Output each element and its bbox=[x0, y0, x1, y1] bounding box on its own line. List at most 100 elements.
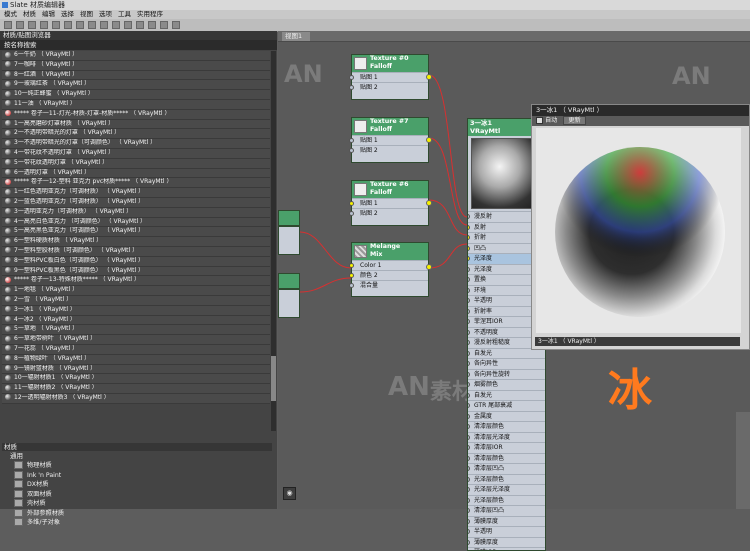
menu-item[interactable]: 选项 bbox=[99, 10, 112, 19]
menu-item[interactable]: 视图 bbox=[80, 10, 93, 19]
list-item[interactable]: ***** 卷子一12-塑料 亚克力 pvc材质***** （ VRayMtl … bbox=[2, 178, 270, 189]
input-socket[interactable] bbox=[468, 476, 470, 482]
list-item[interactable]: 9一塑料PVC板黑色（可调颜色） （ VRayMtl ） bbox=[2, 266, 270, 277]
node-stub[interactable] bbox=[278, 210, 300, 226]
node-slot[interactable]: 清漆层颜色 bbox=[468, 452, 545, 464]
input-socket[interactable] bbox=[468, 424, 470, 429]
node-slot[interactable]: 薄膜IOR bbox=[468, 547, 545, 550]
input-socket[interactable] bbox=[468, 382, 470, 387]
scrollbar-thumb[interactable] bbox=[271, 356, 276, 401]
output-socket[interactable] bbox=[426, 137, 432, 143]
input-socket[interactable] bbox=[468, 298, 470, 303]
list-item[interactable]: 8一植物绿叶 （ VRayMtl ） bbox=[2, 354, 270, 365]
node-slot[interactable]: Color 1 bbox=[349, 260, 428, 270]
material-preview-window[interactable]: 3一冰1 （ VRayMtl ） 自动 更新 3一冰1 （ VRayMtl ） bbox=[531, 104, 750, 350]
input-socket[interactable] bbox=[349, 138, 354, 143]
menu-item[interactable]: 材质 bbox=[23, 10, 36, 19]
list-item[interactable]: 4一带花纹不透明灯罩 （ VRayMtl ） bbox=[2, 148, 270, 159]
menu-item[interactable]: 模式 bbox=[4, 10, 17, 19]
layout-all-icon[interactable] bbox=[112, 21, 120, 29]
list-item[interactable]: 2一雪 （ VRayMtl ） bbox=[2, 295, 270, 306]
list-item[interactable]: 10一辐射材质1 （ VRayMtl ） bbox=[2, 374, 270, 385]
input-socket[interactable] bbox=[468, 403, 470, 408]
list-item[interactable]: 6一牛奶 （ VRayMtl ） bbox=[2, 51, 270, 61]
input-socket[interactable] bbox=[468, 245, 470, 251]
output-socket[interactable] bbox=[426, 74, 432, 80]
node-slot[interactable]: 光泽层光泽度 bbox=[468, 484, 545, 495]
node-icon[interactable] bbox=[148, 21, 156, 29]
move-children-icon[interactable] bbox=[64, 21, 72, 29]
list-item[interactable]: 7一塑料塑胶材质（可调颜色） （ VRayMtl ） bbox=[2, 246, 270, 257]
category-item[interactable]: Ink 'n Paint bbox=[14, 470, 270, 480]
list-item[interactable]: 3一透明亚克力（可调材质） （ VRayMtl ） bbox=[2, 207, 270, 218]
node-slot[interactable]: 各向异性旋转 bbox=[468, 368, 545, 380]
menu-item[interactable]: 选择 bbox=[61, 10, 74, 19]
node-slot[interactable]: 贴图 2 bbox=[349, 208, 428, 218]
input-socket[interactable] bbox=[468, 497, 470, 503]
list-item[interactable]: 7一花蕊 （ VRayMtl ） bbox=[2, 344, 270, 355]
input-socket[interactable] bbox=[349, 283, 354, 288]
node-slot[interactable]: 清漆层凹凸 bbox=[468, 463, 545, 474]
input-socket[interactable] bbox=[468, 350, 470, 356]
node-slot[interactable]: 光泽层颜色 bbox=[468, 473, 545, 485]
input-socket[interactable] bbox=[349, 148, 354, 153]
menu-item[interactable]: 实用程序 bbox=[137, 10, 163, 19]
input-socket[interactable] bbox=[349, 75, 354, 80]
input-socket[interactable] bbox=[468, 487, 470, 492]
input-socket[interactable] bbox=[349, 273, 354, 278]
show-map-icon[interactable] bbox=[88, 21, 96, 29]
list-item[interactable]: 5一高亮黑色亚克力（可调颜色） （ VRayMtl ） bbox=[2, 227, 270, 238]
list-item[interactable]: 8一塑料PVC板白色（可调颜色） （ VRayMtl ） bbox=[2, 256, 270, 267]
list-item[interactable]: 5一带花纹透明灯罩 （ VRayMtl ） bbox=[2, 158, 270, 169]
falloff-node-7[interactable]: Texture #7 Falloff 贴图 1 贴图 2 bbox=[349, 117, 432, 163]
list-item[interactable]: 8一红酒 （ VRayMtl ） bbox=[2, 70, 270, 81]
layout-children-icon[interactable] bbox=[124, 21, 132, 29]
input-socket[interactable] bbox=[349, 263, 354, 268]
list-item[interactable]: 4一高亮白色亚克力 （可调颜色） （ VRayMtl ） bbox=[2, 217, 270, 228]
material-parameter-icon[interactable] bbox=[136, 21, 144, 29]
node-slot[interactable]: 贴图 2 bbox=[349, 145, 428, 155]
update-button[interactable]: 更新 bbox=[563, 116, 586, 125]
node-slot[interactable]: 薄膜厚度 bbox=[468, 536, 545, 548]
node-slot[interactable]: 清漆层凹凸 bbox=[468, 505, 545, 516]
output-socket[interactable] bbox=[426, 200, 432, 206]
list-item[interactable]: 6一透明灯罩 （ VRayMtl ） bbox=[2, 168, 270, 179]
node-slot[interactable]: 贴图 1 bbox=[349, 135, 428, 145]
list-item[interactable]: 2一不透明带暗光的灯罩 （ VRayMtl ） bbox=[2, 129, 270, 140]
node-slot[interactable]: 清漆层光泽度 bbox=[468, 431, 545, 443]
input-socket[interactable] bbox=[468, 539, 470, 545]
input-socket[interactable] bbox=[468, 256, 470, 261]
list-item[interactable]: 3一冰1 （ VRayMtl ） bbox=[2, 305, 270, 316]
list-item[interactable]: 5一草地 （ VRayMtl ） bbox=[2, 325, 270, 336]
node-slot[interactable]: 混合量 bbox=[349, 280, 428, 290]
list-item[interactable]: 3一不透明带暗光的灯罩（可调颜色） （ VRayMtl ） bbox=[2, 139, 270, 149]
category-item[interactable]: DX材质 bbox=[14, 480, 270, 489]
input-socket[interactable] bbox=[468, 266, 470, 272]
input-socket[interactable] bbox=[468, 361, 470, 366]
delete-icon[interactable] bbox=[52, 21, 60, 29]
pick-material-icon[interactable] bbox=[16, 21, 24, 29]
input-socket[interactable] bbox=[468, 308, 470, 314]
category-item[interactable]: 物理材质 bbox=[14, 461, 270, 470]
input-socket[interactable] bbox=[468, 287, 470, 293]
show-background-icon[interactable] bbox=[100, 21, 108, 29]
input-socket[interactable] bbox=[468, 214, 470, 219]
output-socket[interactable] bbox=[426, 264, 432, 270]
list-item[interactable]: 6一草地带树叶 （ VRayMtl ） bbox=[2, 335, 270, 345]
list-item[interactable]: 6一塑料硬质材质 （ VRayMtl ） bbox=[2, 237, 270, 247]
input-socket[interactable] bbox=[349, 211, 354, 216]
select-tool-icon[interactable] bbox=[4, 21, 12, 29]
node-stub-body[interactable] bbox=[278, 289, 300, 318]
input-socket[interactable] bbox=[468, 329, 470, 335]
input-socket[interactable] bbox=[468, 340, 470, 345]
node-slot[interactable]: 烟雾颜色 bbox=[468, 379, 545, 390]
input-socket[interactable] bbox=[349, 201, 354, 206]
input-socket[interactable] bbox=[468, 434, 470, 440]
input-socket[interactable] bbox=[468, 466, 470, 471]
node-stub-body[interactable] bbox=[278, 226, 300, 255]
input-socket[interactable] bbox=[468, 413, 470, 419]
category-item[interactable]: 双面材质 bbox=[14, 489, 270, 499]
binoculars-icon[interactable]: ◉ bbox=[283, 487, 296, 500]
list-item[interactable]: 1一地毯 （ VRayMtl ） bbox=[2, 286, 270, 296]
list-item[interactable]: 7一咖啡 （ VRayMtl ） bbox=[2, 60, 270, 71]
